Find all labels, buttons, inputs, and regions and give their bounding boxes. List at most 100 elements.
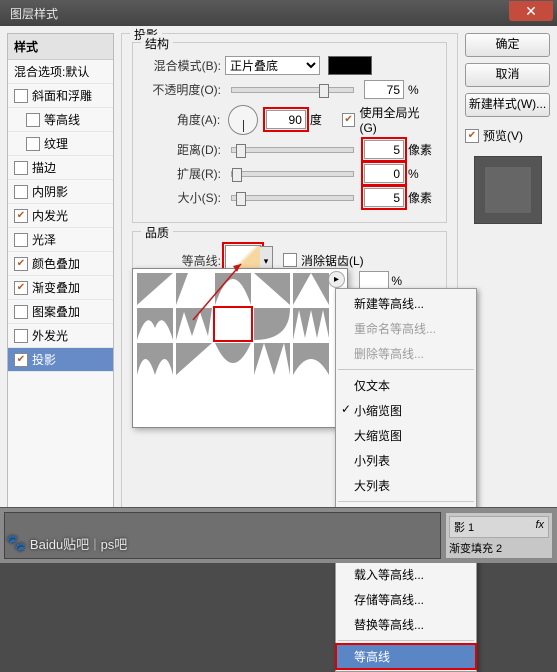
effect-checkbox[interactable]: [14, 305, 28, 319]
effect-label: 光泽: [32, 231, 56, 248]
preview-label: 预览(V): [483, 127, 523, 144]
menu-large-thumb[interactable]: 大缩览图: [336, 423, 476, 448]
effect-checkbox[interactable]: [14, 185, 28, 199]
menu-replace-contours[interactable]: 替换等高线...: [336, 612, 476, 637]
antialias-checkbox[interactable]: [283, 253, 297, 267]
contour-option[interactable]: [137, 308, 173, 340]
angle-input[interactable]: [266, 110, 306, 129]
menu-small-list[interactable]: 小列表: [336, 448, 476, 473]
contour-option[interactable]: [215, 308, 251, 340]
paw-icon: 🐾: [6, 533, 26, 553]
fx-badge: fx: [535, 519, 544, 531]
shadow-color-swatch[interactable]: [328, 56, 372, 75]
angle-dial[interactable]: [228, 105, 258, 135]
effect-row-6[interactable]: 光泽: [8, 228, 113, 252]
opacity-label: 不透明度(O):: [143, 81, 221, 98]
contour-option[interactable]: [176, 343, 212, 375]
contour-option[interactable]: [176, 273, 212, 305]
effect-checkbox[interactable]: [26, 113, 40, 127]
effect-checkbox[interactable]: [14, 281, 28, 295]
global-light-label: 使用全局光(G): [359, 104, 436, 135]
size-label: 大小(S):: [143, 189, 221, 206]
effect-row-5[interactable]: 内发光: [8, 204, 113, 228]
menu-text-only[interactable]: 仅文本: [336, 373, 476, 398]
contour-context-menu: 新建等高线... 重命名等高线... 删除等高线... 仅文本 小缩览图 大缩览…: [335, 288, 477, 672]
contour-option[interactable]: [293, 343, 329, 375]
effect-row-7[interactable]: 颜色叠加: [8, 252, 113, 276]
effect-checkbox[interactable]: [14, 329, 28, 343]
contour-option[interactable]: [215, 273, 251, 305]
contour-option[interactable]: [254, 273, 290, 305]
effect-checkbox[interactable]: [14, 257, 28, 271]
opacity-slider[interactable]: [231, 87, 354, 93]
distance-label: 距离(D):: [143, 141, 221, 158]
effect-checkbox[interactable]: [14, 209, 28, 223]
contour-option[interactable]: [293, 308, 329, 340]
effect-label: 投影: [32, 351, 56, 368]
blend-mode-label: 混合模式(B):: [143, 57, 221, 74]
effect-row-3[interactable]: 描边: [8, 156, 113, 180]
effect-checkbox[interactable]: [14, 233, 28, 247]
contour-option[interactable]: [293, 273, 329, 305]
menu-small-thumb[interactable]: 小缩览图: [336, 398, 476, 423]
spread-input[interactable]: [364, 164, 404, 183]
effect-row-2[interactable]: 纹理: [8, 132, 113, 156]
menu-contours[interactable]: 等高线: [336, 644, 476, 669]
effect-label: 渐变叠加: [32, 279, 80, 296]
effect-label: 图案叠加: [32, 303, 80, 320]
menu-rename-contour: 重命名等高线...: [336, 316, 476, 341]
window-title: 图层样式: [10, 5, 509, 22]
contour-option[interactable]: [254, 308, 290, 340]
size-slider[interactable]: [231, 195, 354, 201]
distance-input[interactable]: [364, 140, 404, 159]
contour-option[interactable]: [254, 343, 290, 375]
distance-slider[interactable]: [231, 147, 354, 153]
size-input[interactable]: [364, 188, 404, 207]
unit-px: 像素: [408, 141, 436, 158]
window-close-button[interactable]: ✕: [509, 1, 553, 21]
blend-options-row[interactable]: 混合选项:默认: [8, 60, 113, 84]
effect-checkbox[interactable]: [26, 137, 40, 151]
contour-option[interactable]: [137, 343, 173, 375]
contour-option[interactable]: [137, 273, 173, 305]
preview-checkbox[interactable]: [465, 129, 479, 143]
menu-load-contours[interactable]: 载入等高线...: [336, 562, 476, 587]
effect-label: 纹理: [44, 135, 68, 152]
group-label: 结构: [141, 35, 173, 52]
effect-row-1[interactable]: 等高线: [8, 108, 113, 132]
layers-mini-panel: 影 1 fx 渐变填充 2: [445, 512, 553, 559]
effect-label: 内发光: [32, 207, 68, 224]
ok-button[interactable]: 确定: [465, 33, 550, 57]
effect-row-9[interactable]: 图案叠加: [8, 300, 113, 324]
spread-slider[interactable]: [231, 171, 354, 177]
effect-row-10[interactable]: 外发光: [8, 324, 113, 348]
effect-label: 外发光: [32, 327, 68, 344]
antialias-label: 消除锯齿(L): [301, 252, 364, 269]
effect-row-0[interactable]: 斜面和浮雕: [8, 84, 113, 108]
contour-option[interactable]: [176, 308, 212, 340]
effect-checkbox[interactable]: [14, 353, 28, 367]
watermark: 🐾 Bai​d​u贴吧 | ps吧: [6, 533, 127, 553]
effect-checkbox[interactable]: [14, 161, 28, 175]
effect-label: 描边: [32, 159, 56, 176]
new-style-button[interactable]: 新建样式(W)...: [465, 93, 550, 117]
contour-label: 等高线:: [143, 252, 221, 269]
opacity-input[interactable]: [364, 80, 404, 99]
menu-large-list[interactable]: 大列表: [336, 473, 476, 498]
blend-mode-select[interactable]: 正片叠底: [225, 56, 320, 75]
unit-px: 像素: [408, 189, 436, 206]
angle-label: 角度(A):: [143, 111, 220, 128]
layer-row[interactable]: 渐变填充 2: [449, 540, 549, 556]
menu-save-contours[interactable]: 存储等高线...: [336, 587, 476, 612]
effect-checkbox[interactable]: [14, 89, 28, 103]
effect-row-11[interactable]: 投影: [8, 348, 113, 372]
global-light-checkbox[interactable]: [342, 113, 356, 127]
effect-row-4[interactable]: 内阴影: [8, 180, 113, 204]
menu-new-contour[interactable]: 新建等高线...: [336, 291, 476, 316]
contour-option[interactable]: [215, 343, 251, 375]
cancel-button[interactable]: 取消: [465, 63, 550, 87]
effect-label: 斜面和浮雕: [32, 87, 92, 104]
unit-percent: %: [408, 167, 436, 181]
effect-row-8[interactable]: 渐变叠加: [8, 276, 113, 300]
picker-flyout-icon[interactable]: ▸: [328, 271, 345, 288]
